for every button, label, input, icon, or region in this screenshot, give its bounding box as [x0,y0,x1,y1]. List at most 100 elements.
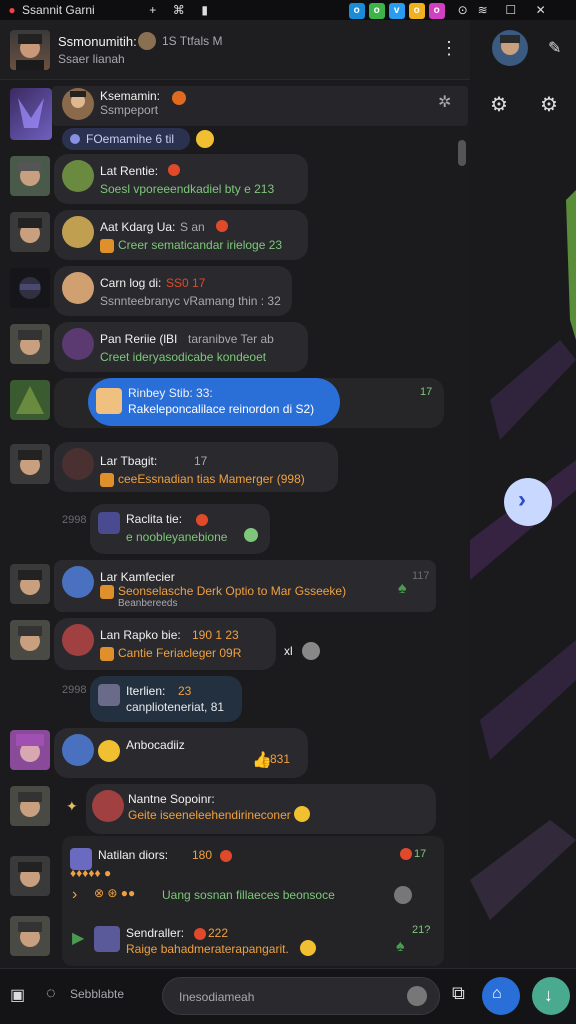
message-author: Carn log di: [100,276,162,290]
clipboard-icon[interactable]: ▮ [197,2,213,18]
status-badge [196,514,208,526]
avatar[interactable] [10,380,50,420]
message-meta: 17 [194,454,208,468]
edit-icon[interactable]: ✎ [548,38,561,58]
avatar[interactable] [10,564,50,604]
avatar[interactable] [10,156,50,196]
app-notif-icon: v [388,2,405,19]
pinned-chip[interactable]: FOemamihe 6 til [62,128,190,150]
message-input[interactable]: Inesodiameah [162,977,440,1015]
message-time: 117 [412,570,430,582]
message-meta: SS0 17 [166,276,206,290]
avatar[interactable] [10,620,50,660]
message-text: Creer sematicandar irieloge 23 [100,238,282,253]
message-text-content: Creer sematicandar irieloge 23 [118,238,283,252]
avatar[interactable] [10,444,50,484]
mini-avatar [138,32,156,50]
download-icon: ↓ [544,985,553,1005]
message-author: Iterlien: [126,684,166,698]
avatar [94,926,120,952]
message-text: Ssnnteebranyc vRamang thin : 32 [100,294,281,308]
reply-icon: › [72,886,78,903]
message-text-content: Seonselasche Derk Optio to Mar Gsseeke) [118,584,347,598]
app-icon: ● [8,3,16,17]
message-author: Natilan diors: [98,848,169,862]
sticker-icon[interactable]: ▣ [10,985,25,1005]
gallery-icon: ⌂ [492,985,502,1002]
avatar[interactable] [10,856,50,896]
chip-icon [70,134,80,144]
more-menu-icon[interactable]: ⋮ [440,38,458,59]
message-time: 2998 [62,684,87,696]
plus-icon[interactable]: + [145,2,161,18]
header-title: Ssmonumitih: [58,34,137,49]
close-icon[interactable]: ✕ [533,2,549,18]
chat-area: Ksemamin: Ssmpeport ✲ FOemamihe 6 til La… [0,80,470,968]
thumbs-up-icon: 👍 [252,752,272,769]
gear-icon[interactable]: ⚙ [490,92,508,117]
leaf-icon: ♠ [396,938,405,955]
avatar[interactable] [10,786,50,826]
fire-icon [172,91,186,105]
emoji-icon[interactable] [407,986,427,1006]
message-extra: xl [284,644,293,658]
app-notif-icon: o [348,2,365,19]
message-text: Uang sosnan fillaeces beonsoce [162,888,335,902]
message-time: 2998 [62,514,87,526]
avatar[interactable] [10,730,50,770]
app-notif-icon: o [428,2,445,19]
avatar[interactable] [10,324,50,364]
message-author: Raclita tie: [126,512,183,526]
chip-label: FOemamihe 6 til [86,132,175,146]
message-meta: taranibve Ter ab [188,332,274,346]
scrollbar-thumb[interactable] [458,140,466,166]
message-sub: Beanbereeds [118,598,178,609]
message-author: Lar Tbagit: [100,454,158,468]
pinned-sub: Ssmpeport [100,103,159,117]
emoji-icon [244,528,258,542]
avatar[interactable] [10,88,52,140]
link-icon[interactable]: ⌘ [171,2,187,18]
window-icon[interactable]: ☐ [503,2,519,18]
settings-icon[interactable]: ⚙ [540,92,558,117]
message-author: Nantne Sopoinr: [128,792,215,806]
message-meta: S an [180,220,205,234]
leaf-icon: ♠ [398,580,407,597]
settings-icon[interactable]: ✲ [438,92,451,112]
message-author: Rinbey Stib: 33: [128,386,213,400]
play-icon: ▶ [72,930,85,947]
message-text: Geite iseeneleehendirineconer [128,808,291,822]
app-notif-icon: o [408,2,425,19]
send-button[interactable]: ↓ [532,977,570,1015]
message-meta: 23 [178,684,192,698]
message-author: Lar Kamfecier [100,570,175,584]
avatar[interactable] [10,30,50,70]
emoji-icon [294,806,310,822]
avatar [98,512,120,534]
avatar [62,272,94,304]
status-bar: ● Ssannit Garni + ⌘ ▮ oovoo ⊙ ≋ ☐ ✕ [0,0,576,20]
next-button[interactable]: › [504,478,552,526]
avatar[interactable] [10,268,50,308]
emoji-icon [98,740,120,762]
message-text: e noobleyanebione [126,530,228,544]
chat-bubble-icon[interactable]: ◌ [46,985,56,1003]
status-badge [216,220,228,232]
message-time: 17 [414,848,427,860]
notification-icons: oovoo [345,2,445,19]
message-meta: 222 [208,926,229,940]
avatar [96,388,122,414]
status-badge [168,164,180,176]
composer-bar: ▣ ◌ Sebblabte Inesodiameah ⧉ ⌂ ↓ [0,968,576,1024]
avatar [62,88,94,120]
emoji-icon [300,940,316,956]
profile-avatar[interactable] [492,30,528,66]
avatar[interactable] [10,212,50,252]
avatar [62,624,94,656]
gallery-button[interactable]: ⌂ [482,977,520,1015]
emoji-icon [394,886,412,904]
camera-icon[interactable]: ⧉ [452,983,465,1004]
composer-left-label[interactable]: Sebblabte [70,987,124,1001]
app-notif-icon: o [368,2,385,19]
avatar[interactable] [10,916,50,956]
